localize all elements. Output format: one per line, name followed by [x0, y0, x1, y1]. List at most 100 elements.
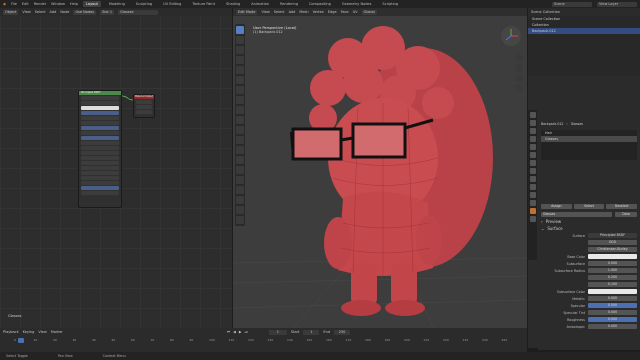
navigation-gizmo[interactable]	[501, 26, 521, 46]
view-layer-icon[interactable]	[529, 136, 536, 142]
blender-logo-icon[interactable]: ◉	[3, 2, 6, 6]
render-icon[interactable]	[529, 120, 536, 126]
camera-icon[interactable]	[515, 74, 523, 82]
end-frame-field[interactable]: 250	[334, 329, 351, 335]
prop-value-field[interactable]: 0.500	[588, 303, 637, 308]
frame-tick-label: 70	[150, 338, 155, 342]
menu-view[interactable]: View	[38, 330, 46, 334]
tab-compositing[interactable]: Compositing	[306, 1, 334, 7]
tab-animation[interactable]: Animation	[248, 1, 272, 7]
menu-marker[interactable]: Marker	[51, 330, 63, 334]
shader-prop-row: Roughness 0.500	[538, 316, 640, 323]
frame-ruler[interactable]: 0 10 20 30 40 50 60 70 80 90 100 110 120 130 140 150 160…	[0, 338, 527, 346]
current-frame-field[interactable]: 1	[268, 329, 287, 335]
world-icon[interactable]	[529, 152, 536, 158]
prop-label: Metallic	[572, 296, 585, 301]
scene-field[interactable]: Scene	[552, 1, 592, 7]
prop-label: Subsurface Color	[556, 289, 585, 294]
outliner-row[interactable]: Backpack.012	[528, 28, 640, 34]
output-icon[interactable]	[529, 128, 536, 134]
prop-value-field[interactable]: 0.000	[588, 310, 637, 315]
deselect-button[interactable]: Deselect	[606, 204, 638, 209]
subsurface-method-dropdown[interactable]: Christensen-Burley	[588, 247, 637, 252]
frame-tick-label: 140	[287, 338, 293, 342]
object-icon[interactable]	[529, 160, 536, 166]
frame-tick-label: 0	[14, 338, 16, 342]
tab-rendering[interactable]: Rendering	[277, 1, 301, 7]
tab-layout[interactable]: Layout	[82, 1, 101, 7]
menu-file[interactable]: File	[11, 2, 17, 6]
scene-icon[interactable]	[529, 144, 536, 150]
material-name: Glasses	[570, 121, 583, 126]
assign-button[interactable]: Assign	[541, 204, 572, 209]
texture-icon[interactable]	[529, 216, 536, 222]
tool-icon[interactable]	[529, 112, 536, 118]
node-link	[121, 95, 134, 101]
shader-node-editor[interactable]: Object View Select Add Node Use Nodes Sl…	[0, 8, 232, 328]
prop-value-field[interactable]	[588, 254, 637, 259]
tab-uv-editing[interactable]: UV Editing	[160, 1, 184, 7]
shader-prop-row: Subsurface Radius 1.000	[538, 267, 640, 274]
start-frame-field[interactable]: 1	[303, 329, 320, 335]
material-selector: Glasses Data	[538, 211, 640, 218]
prop-value-field[interactable]	[588, 289, 637, 294]
tab-shading[interactable]: Shading	[223, 1, 243, 7]
section-title: Preview	[545, 219, 562, 224]
particles-icon[interactable]	[529, 176, 536, 182]
prop-value-field[interactable]: 0.200	[588, 275, 637, 280]
menu-edit[interactable]: Edit	[22, 2, 29, 6]
zoom-icon[interactable]	[515, 54, 523, 62]
playback-controls[interactable]: ⏮ ◀ ▶ ⏭	[227, 330, 249, 334]
constraints-icon[interactable]	[529, 192, 536, 198]
physics-icon[interactable]	[529, 184, 536, 190]
shader-prop-row: Specular Tint 0.000	[538, 309, 640, 316]
data-icon[interactable]	[529, 200, 536, 206]
menu-playback[interactable]: Playback	[3, 330, 19, 334]
prop-value-field[interactable]: 1.000	[588, 268, 637, 273]
distribution-dropdown[interactable]: GGX	[588, 240, 637, 245]
prop-value-field[interactable]: 0.500	[588, 317, 637, 322]
menu-window[interactable]: Window	[51, 2, 65, 6]
3d-viewport[interactable]: Edit Mode View Select Add Mesh Vertex Ed…	[233, 8, 527, 328]
properties-tab-column	[528, 110, 537, 260]
perspective-icon[interactable]	[515, 84, 523, 92]
prop-value-field[interactable]: 0.000	[588, 296, 637, 301]
tab-modeling[interactable]: Modeling	[106, 1, 128, 7]
end-label: End	[323, 330, 331, 334]
tab-sculpting[interactable]: Sculpting	[133, 1, 155, 7]
surface-shader-field[interactable]: Principled BSDF	[588, 233, 637, 238]
slot-row[interactable]	[541, 148, 637, 154]
menu-keying[interactable]: Keying	[23, 330, 35, 334]
menu-render[interactable]: Render	[34, 2, 46, 6]
material-field[interactable]: Glasses	[541, 212, 612, 217]
select-button[interactable]: Select	[573, 204, 605, 209]
material-icon[interactable]	[529, 208, 536, 214]
prop-value-field[interactable]: 0.100	[588, 282, 637, 287]
prop-value-field[interactable]: 0.000	[588, 261, 637, 266]
frame-tick-label: 190	[384, 338, 391, 342]
tab-scripting[interactable]: Scripting	[379, 1, 401, 7]
frame-tick-label: 20	[53, 338, 57, 342]
preview-panel-header[interactable]: › Preview	[538, 218, 640, 225]
frame-tick-label: 90	[189, 338, 194, 342]
surface-panel-header[interactable]: ⌄ Surface	[538, 225, 640, 232]
pan-icon[interactable]	[515, 64, 523, 72]
subsurface-method-row: Christensen-Burley	[538, 246, 640, 253]
frame-tick-label: 60	[131, 338, 135, 342]
data-link-dropdown[interactable]: Data	[615, 212, 637, 217]
outliner-label: Collection	[532, 23, 549, 27]
material-slot-list[interactable]: Hair Glasses	[541, 130, 637, 160]
prop-value-field[interactable]: 0.000	[588, 324, 637, 329]
timeline[interactable]: Playback Keying View Marker ⏮ ◀ ▶ ⏭ 1 St…	[0, 328, 527, 352]
frame-tick-label: 120	[248, 338, 254, 342]
menu-help[interactable]: Help	[70, 2, 78, 6]
view-layer-field[interactable]: View Layer	[597, 1, 637, 7]
shader-prop-row: Anisotropic 0.000	[538, 323, 640, 330]
frame-tick-label: 240	[482, 338, 488, 342]
shader-prop-row: Subsurface Color	[538, 288, 640, 295]
tab-geometry-nodes[interactable]: Geometry Nodes	[339, 1, 375, 7]
playhead[interactable]	[18, 338, 24, 343]
start-label: Start	[290, 330, 300, 334]
modifier-icon[interactable]	[529, 168, 536, 174]
tab-texture-paint[interactable]: Texture Paint	[189, 1, 218, 7]
